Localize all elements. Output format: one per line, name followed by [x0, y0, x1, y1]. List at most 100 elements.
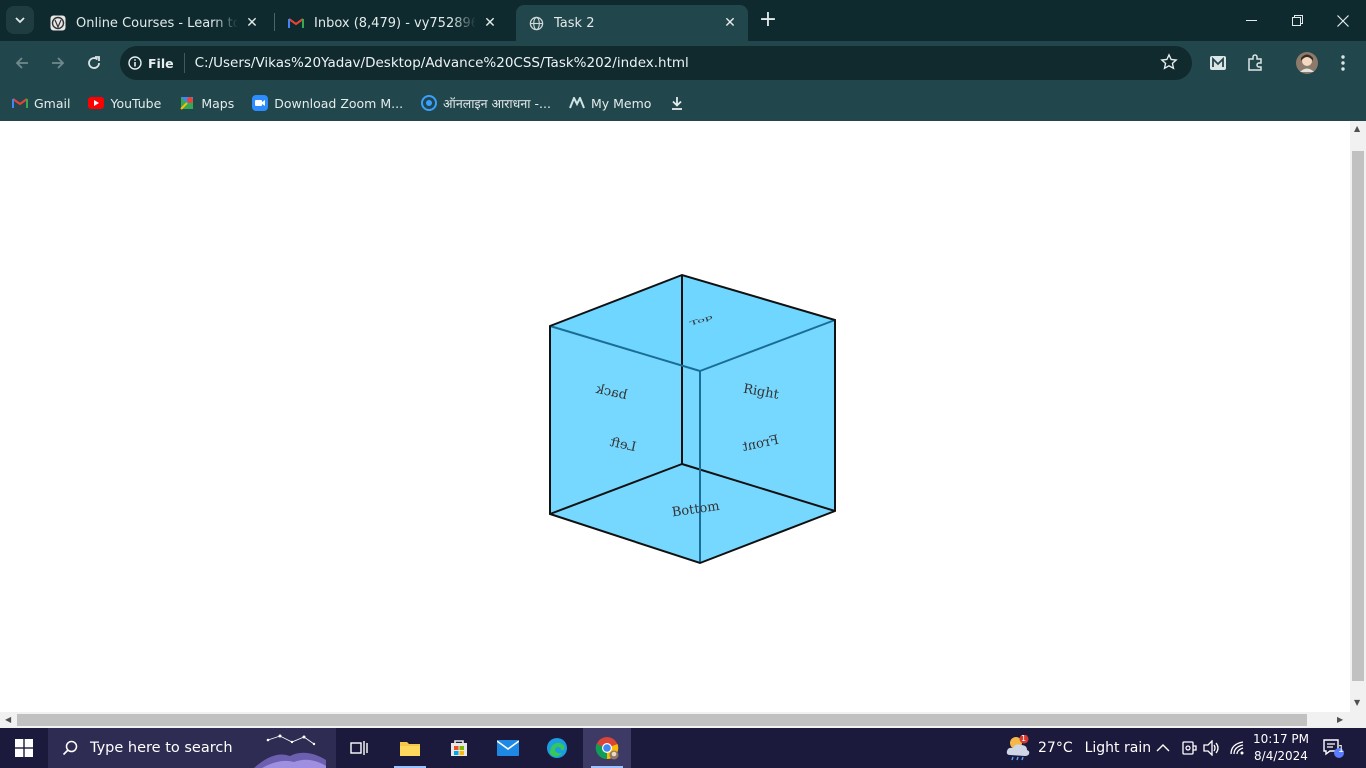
globe-icon — [528, 15, 544, 31]
memo-extension-icon[interactable] — [1206, 51, 1230, 75]
bookmark-star-icon[interactable] — [1160, 53, 1178, 75]
download-button[interactable] — [669, 95, 691, 111]
file-explorer-button[interactable] — [386, 728, 434, 768]
chrome-icon — [595, 737, 619, 760]
mail-icon — [497, 740, 519, 756]
tab-separator — [274, 13, 275, 31]
network-adapter-icon — [1182, 741, 1197, 755]
scroll-up-arrow-icon[interactable]: ▲ — [1354, 124, 1360, 133]
chrome-button[interactable] — [583, 728, 631, 768]
chevron-up-icon — [1156, 744, 1170, 752]
chevron-down-icon — [15, 17, 25, 24]
page-viewport: Top back Left Right Front Bottom — [0, 121, 1350, 712]
kebab-menu-icon — [1341, 55, 1345, 71]
volume-button[interactable] — [1203, 728, 1221, 768]
search-highlight-image — [254, 734, 326, 768]
bookmark-my-memo[interactable]: My Memo — [569, 95, 651, 111]
weather-widget[interactable]: 1 27°C Light rain — [1004, 728, 1151, 768]
tab-inbox[interactable]: Inbox (8,479) - vy752896@gmail.com ✕ — [276, 5, 508, 41]
info-icon — [128, 56, 142, 70]
scrollbar-corner — [1350, 712, 1366, 728]
memo-icon — [569, 95, 585, 111]
scroll-down-arrow-icon[interactable]: ▼ — [1354, 698, 1360, 707]
show-hidden-icons-button[interactable] — [1156, 728, 1170, 768]
taskbar-search-box[interactable]: Type here to search — [48, 728, 336, 768]
meet-now-button[interactable] — [1181, 728, 1197, 768]
scroll-right-arrow-icon[interactable]: ▶ — [1337, 715, 1343, 724]
weather-badge: 1 — [1021, 734, 1027, 743]
youtube-icon — [88, 95, 105, 111]
zoom-icon — [252, 95, 269, 111]
mail-button[interactable] — [484, 728, 532, 768]
site-info-chip[interactable]: File — [128, 53, 185, 73]
bookmark-label: Gmail — [34, 95, 71, 111]
horizontal-scrollbar[interactable]: ◀ ▶ — [0, 712, 1350, 728]
clock-date: 8/4/2024 — [1254, 749, 1308, 763]
tab-strip: Online Courses - Learn to Code ✕ Inbox (… — [0, 0, 1366, 41]
tab-title: Inbox (8,479) - vy752896@gmail.com — [314, 15, 476, 31]
bookmark-maps[interactable]: Maps — [179, 95, 234, 111]
close-icon[interactable]: ✕ — [244, 15, 260, 31]
tab-title: Online Courses - Learn to Code — [76, 15, 238, 31]
tab-task-2[interactable]: Task 2 ✕ — [516, 5, 748, 41]
task-view-icon — [350, 741, 368, 755]
extensions-puzzle-icon[interactable] — [1243, 51, 1267, 75]
edge-icon — [547, 738, 567, 758]
restore-button[interactable] — [1274, 0, 1320, 41]
bookmark-label: My Memo — [590, 95, 652, 111]
store-icon — [451, 740, 467, 756]
reload-button[interactable] — [81, 50, 107, 76]
browser-toolbar: File C:/Users/Vikas%20Yadav/Desktop/Adva… — [0, 41, 1366, 85]
restore-icon — [1291, 15, 1303, 26]
wifi-icon — [1230, 741, 1244, 755]
weather-condition: Light rain — [1084, 740, 1152, 756]
minimize-button[interactable] — [1228, 0, 1274, 41]
scheme-label: File — [148, 55, 174, 71]
scroll-left-arrow-icon[interactable]: ◀ — [5, 715, 11, 724]
start-button[interactable] — [0, 728, 48, 768]
url-text[interactable]: C:/Users/Vikas%20Yadav/Desktop/Advance%2… — [195, 55, 689, 71]
reload-icon — [88, 56, 100, 69]
browser-menu-button[interactable] — [1331, 51, 1355, 75]
back-arrow-icon — [15, 57, 28, 69]
close-window-button[interactable] — [1320, 0, 1366, 41]
forward-button[interactable] — [45, 50, 71, 76]
bookmark-youtube[interactable]: YouTube — [88, 95, 161, 111]
bookmark-online-aradhana[interactable]: ऑनलाइन आराधना -... — [421, 95, 551, 112]
tab-search-button[interactable] — [6, 6, 34, 34]
tab-online-courses[interactable]: Online Courses - Learn to Code ✕ — [38, 5, 270, 41]
bookmark-gmail[interactable]: Gmail — [12, 95, 70, 111]
horizontal-scroll-thumb[interactable] — [17, 714, 1307, 726]
circle-icon — [421, 95, 438, 111]
vertical-scrollbar[interactable]: ▲ ▼ — [1350, 121, 1366, 712]
search-placeholder: Type here to search — [90, 740, 233, 756]
clock-time: 10:17 PM — [1253, 732, 1309, 746]
bookmark-label: Download Zoom M... — [274, 95, 404, 111]
profile-avatar[interactable] — [1295, 51, 1319, 75]
address-bar[interactable]: File C:/Users/Vikas%20Yadav/Desktop/Adva… — [120, 46, 1192, 80]
tab-title: Task 2 — [554, 15, 595, 31]
minimize-icon — [1245, 20, 1257, 21]
folder-icon — [400, 742, 420, 756]
windows-taskbar: Type here to search 1 27°C Light rain 10… — [0, 728, 1366, 768]
vertical-scroll-thumb[interactable] — [1352, 151, 1364, 681]
download-icon — [669, 95, 685, 111]
network-button[interactable] — [1229, 728, 1247, 768]
close-icon — [1337, 14, 1349, 27]
rain-cloud-icon — [1006, 735, 1030, 761]
notification-center-button[interactable]: 1 — [1322, 728, 1344, 768]
bookmark-label: ऑनलाइन आराधना -... — [443, 95, 551, 111]
edge-button[interactable] — [533, 728, 581, 768]
back-button[interactable] — [9, 50, 35, 76]
weather-temperature: 27°C — [1038, 740, 1073, 756]
bookmark-label: Maps — [201, 95, 235, 111]
system-clock[interactable]: 10:17 PM 8/4/2024 — [1250, 731, 1312, 765]
microsoft-store-button[interactable] — [435, 728, 483, 768]
bookmark-zoom[interactable]: Download Zoom M... — [252, 95, 403, 111]
search-icon — [62, 740, 78, 756]
windows-logo-icon — [15, 739, 33, 757]
close-icon[interactable]: ✕ — [722, 15, 738, 31]
new-tab-button[interactable]: + — [757, 9, 779, 31]
task-view-button[interactable] — [336, 728, 384, 768]
close-icon[interactable]: ✕ — [482, 15, 498, 31]
